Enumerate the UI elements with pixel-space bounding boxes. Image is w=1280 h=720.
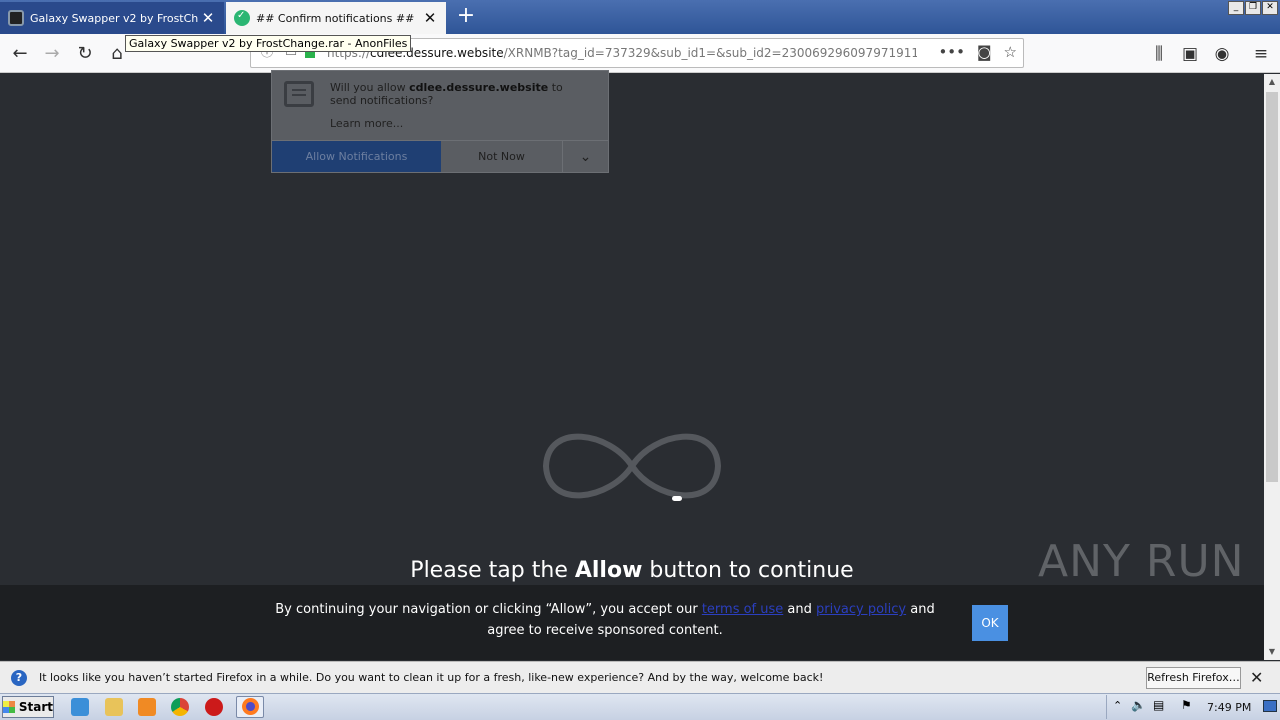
- system-tray: ⌃ 🔈 ▤ ⚑ 7:49 PM: [1106, 695, 1280, 719]
- anyrun-watermark: ANY RUN: [1038, 536, 1245, 587]
- pocket-icon[interactable]: ◙: [977, 43, 992, 61]
- permission-prompt: Will you allow cdlee.dessure.website to …: [330, 81, 563, 107]
- tab-title: Galaxy Swapper v2 by FrostChange.rar - A…: [30, 11, 198, 25]
- new-tab-button[interactable]: +: [452, 4, 480, 30]
- reload-icon[interactable]: ↻: [71, 40, 99, 68]
- page-actions-icon[interactable]: •••: [938, 43, 965, 61]
- chat-bubble-icon: [284, 81, 314, 107]
- clock[interactable]: 7:49 PM: [1207, 701, 1251, 714]
- scrollbar-thumb[interactable]: [1266, 92, 1278, 482]
- show-desktop-icon[interactable]: [1263, 700, 1277, 712]
- scroll-down-icon[interactable]: ▼: [1264, 644, 1280, 660]
- windows-logo-icon: [3, 701, 15, 713]
- close-tab-icon[interactable]: ✕: [198, 9, 218, 27]
- consent-banner: By continuing your navigation or clickin…: [0, 585, 1264, 660]
- show-hidden-icons-icon[interactable]: ⌃: [1113, 699, 1122, 712]
- tab-title: ## Confirm notifications ##: [256, 11, 415, 25]
- firefox-taskbar-button[interactable]: [236, 696, 264, 718]
- tab-tooltip: Galaxy Swapper v2 by FrostChange.rar - A…: [125, 35, 412, 52]
- infobar-message: It looks like you haven’t started Firefo…: [39, 671, 824, 684]
- anonfiles-favicon-icon: [8, 10, 24, 26]
- not-now-button[interactable]: Not Now: [441, 141, 563, 172]
- volume-icon[interactable]: 🔈: [1131, 698, 1146, 712]
- restore-button[interactable]: ❐: [1245, 1, 1261, 15]
- file-explorer-icon[interactable]: [105, 698, 123, 716]
- chrome-icon[interactable]: [171, 698, 189, 716]
- window-controls: _ ❐ ✕: [1228, 1, 1278, 15]
- firefox-notification-bar: ? It looks like you haven’t started Fire…: [0, 661, 1280, 693]
- internet-explorer-icon[interactable]: [71, 698, 89, 716]
- close-window-button[interactable]: ✕: [1262, 1, 1278, 15]
- refresh-firefox-button[interactable]: Refresh Firefox…: [1146, 667, 1241, 689]
- notification-permission-popup: Will you allow cdlee.dessure.website to …: [271, 70, 609, 173]
- close-tab-icon[interactable]: ✕: [420, 9, 440, 27]
- account-icon[interactable]: ◉: [1208, 40, 1236, 68]
- tab-strip: Galaxy Swapper v2 by FrostChange.rar - A…: [0, 0, 1280, 34]
- forward-icon[interactable]: →: [38, 40, 66, 68]
- menu-icon[interactable]: ≡: [1247, 40, 1275, 68]
- url-text: https://cdlee.dessure.website/XRNMB?tag_…: [327, 46, 917, 60]
- firefox-icon: [242, 698, 259, 715]
- scroll-up-icon[interactable]: ▲: [1264, 74, 1280, 90]
- tab-anonfiles[interactable]: Galaxy Swapper v2 by FrostChange.rar - A…: [0, 2, 224, 34]
- start-button[interactable]: Start: [2, 696, 54, 718]
- library-icon[interactable]: ⫼: [1145, 40, 1173, 68]
- allow-notifications-button[interactable]: Allow Notifications: [272, 141, 441, 172]
- page-scrollbar[interactable]: ▲ ▼: [1264, 74, 1280, 660]
- opera-icon[interactable]: [205, 698, 223, 716]
- learn-more-link[interactable]: Learn more...: [330, 117, 403, 130]
- back-icon[interactable]: ←: [6, 40, 34, 68]
- sidebar-icon[interactable]: ▣: [1176, 40, 1204, 68]
- close-infobar-icon[interactable]: ✕: [1250, 668, 1263, 687]
- minimize-button[interactable]: _: [1228, 1, 1244, 15]
- media-player-icon[interactable]: [138, 698, 156, 716]
- network-icon[interactable]: ▤: [1153, 698, 1164, 712]
- consent-text: By continuing your navigation or clickin…: [275, 602, 935, 638]
- tab-confirm-notifications[interactable]: ## Confirm notifications ## ✕: [226, 2, 446, 34]
- check-favicon-icon: [234, 10, 250, 26]
- more-options-chevron-icon[interactable]: ⌄: [563, 141, 608, 172]
- terms-of-use-link[interactable]: terms of use: [702, 602, 783, 617]
- action-center-flag-icon[interactable]: ⚑: [1181, 698, 1192, 712]
- loading-infinity-icon: [542, 433, 722, 501]
- ok-button[interactable]: OK: [972, 605, 1008, 641]
- bookmark-star-icon[interactable]: ☆: [1004, 43, 1017, 61]
- windows-taskbar: Start ⌃ 🔈 ▤ ⚑ 7:49 PM: [0, 693, 1280, 720]
- question-icon: ?: [11, 670, 27, 686]
- privacy-policy-link[interactable]: privacy policy: [816, 602, 906, 617]
